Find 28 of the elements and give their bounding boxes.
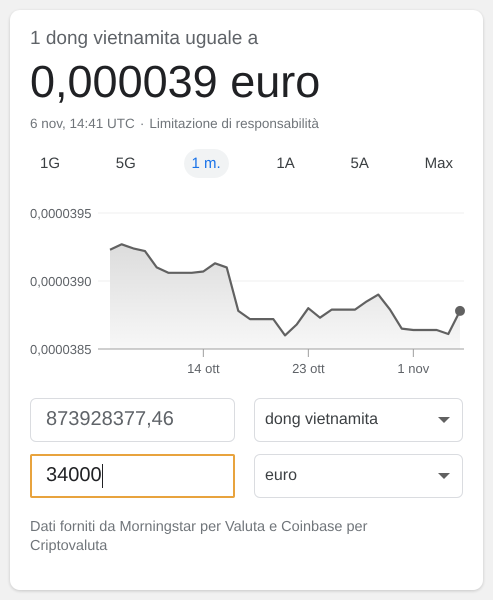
amount-value: 34000 (46, 464, 102, 488)
y-axis-label: 0,0000390 (30, 274, 92, 289)
range-tab[interactable]: 5A (342, 148, 377, 178)
data-source-note: Dati forniti da Morningstar per Valuta e Coinbase per Criptovaluta (30, 518, 368, 556)
amount-field[interactable]: 34000 (30, 454, 235, 498)
caret-icon (438, 416, 450, 423)
currency-dropdown[interactable]: dong vietnamita (254, 398, 463, 442)
caret-icon (438, 472, 450, 479)
y-axis-label: 0,0000385 (30, 342, 92, 357)
amount-field[interactable]: 873928377,46 (30, 398, 235, 442)
x-axis-label: 23 ott (292, 360, 325, 376)
x-axis-label: 1 nov (397, 360, 430, 376)
range-tab[interactable]: 1G (32, 148, 68, 178)
timestamp: 6 nov, 14:41 UTC (30, 116, 135, 131)
y-axis-label: 0,0000395 (30, 206, 92, 221)
last-point-marker (455, 306, 465, 316)
range-tab[interactable]: 1 m. (184, 148, 229, 178)
currency-dropdown[interactable]: euro (254, 454, 463, 498)
range-tab[interactable]: Max (416, 148, 461, 178)
amount-value: 873928377,46 (46, 408, 174, 432)
range-tab[interactable]: 5G (108, 148, 144, 178)
text-cursor (102, 464, 104, 488)
range-tab[interactable]: 1A (268, 148, 303, 178)
exchange-rate: 0,000039 euro (30, 56, 322, 108)
disclaimer-link[interactable]: Limitazione di responsabilità (149, 116, 319, 131)
separator: · (140, 116, 144, 131)
rate-subtitle: 1 dong vietnamita uguale a (30, 28, 260, 50)
x-axis-label: 14 ott (187, 360, 220, 376)
